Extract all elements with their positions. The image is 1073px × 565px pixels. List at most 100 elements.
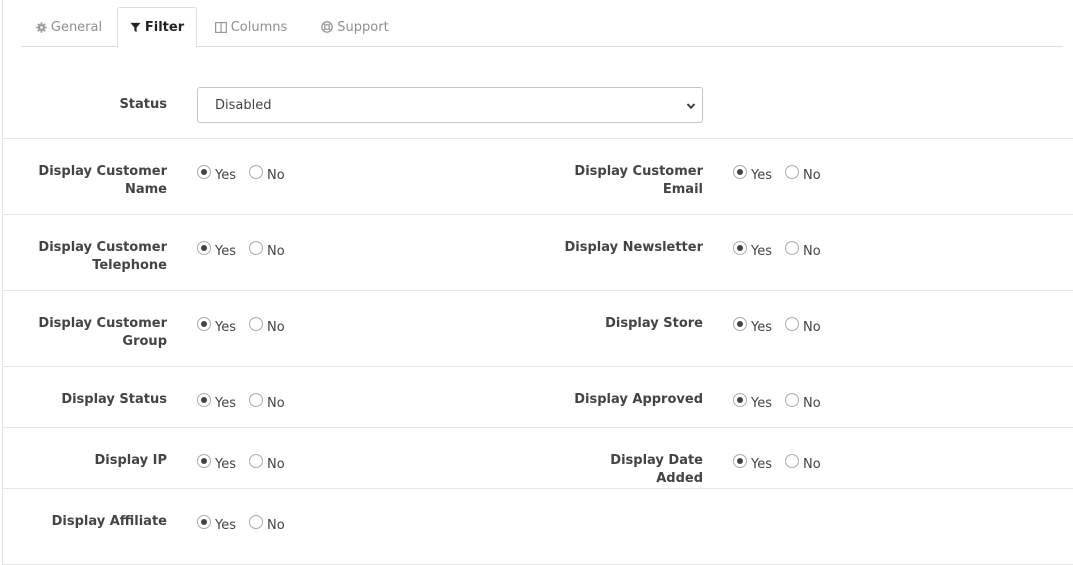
no-option[interactable]: No (249, 241, 285, 259)
yes-label: Yes (751, 456, 772, 472)
display-newsletter-label: Display Newsletter (564, 240, 704, 255)
form-row: Display Status Yes No Display Approved Y… (2, 367, 1073, 428)
form-row: Display Customer Group Yes No Display St… (2, 291, 1073, 367)
columns-icon (214, 21, 227, 33)
form-row: Display Affiliate Yes No (2, 489, 1073, 564)
no-option[interactable]: No (785, 454, 821, 472)
no-label: No (803, 395, 821, 411)
yes-option[interactable]: Yes (733, 241, 772, 259)
radio-button-checked[interactable] (197, 393, 211, 407)
no-option[interactable]: No (785, 317, 821, 335)
yes-label: Yes (751, 319, 772, 335)
yes-option[interactable]: Yes (733, 393, 772, 411)
yes-option[interactable]: Yes (733, 165, 772, 183)
yes-option[interactable]: Yes (197, 317, 236, 335)
no-option[interactable]: No (249, 393, 285, 411)
radio-button-checked[interactable] (733, 393, 747, 407)
label-line: Group (122, 334, 167, 349)
yes-label: Yes (751, 395, 772, 411)
yes-option[interactable]: Yes (197, 393, 236, 411)
radio-button[interactable] (249, 241, 263, 255)
yes-label: Yes (215, 517, 236, 533)
status-select[interactable]: Disabled (197, 87, 703, 123)
no-label: No (803, 167, 821, 183)
tab-general-label: General (50, 19, 103, 35)
display-status-label: Display Status (61, 392, 167, 407)
display-ip-label: Display IP (94, 453, 167, 468)
radio-button-checked[interactable] (733, 241, 747, 255)
no-option[interactable]: No (249, 515, 285, 533)
tab-columns[interactable]: Columns (207, 7, 295, 47)
label-line: Display Customer (38, 240, 167, 255)
yes-option[interactable]: Yes (197, 515, 236, 533)
display-customer-name-label: Display Customer Name (32, 163, 167, 199)
radio-button[interactable] (249, 393, 263, 407)
chevron-down-icon (686, 100, 696, 115)
no-label: No (267, 395, 285, 411)
radio-button-checked[interactable] (197, 317, 211, 331)
display-customer-name-radios: Yes No (197, 165, 285, 183)
label-line: Display Customer (38, 316, 167, 331)
label-line: Display Customer (38, 164, 167, 179)
no-option[interactable]: No (249, 165, 285, 183)
filter-icon (130, 22, 141, 33)
yes-label: Yes (215, 395, 236, 411)
radio-button[interactable] (249, 317, 263, 331)
display-customer-telephone-label: Display Customer Telephone (32, 239, 167, 275)
tab-general[interactable]: General (29, 7, 109, 47)
radio-button-checked[interactable] (197, 241, 211, 255)
no-option[interactable]: No (785, 165, 821, 183)
label-line: Telephone (92, 258, 167, 273)
yes-option[interactable]: Yes (733, 454, 772, 472)
radio-button[interactable] (785, 454, 799, 468)
yes-option[interactable]: Yes (197, 454, 236, 472)
display-customer-telephone-radios: Yes No (197, 241, 285, 259)
no-label: No (267, 517, 285, 533)
radio-button[interactable] (785, 393, 799, 407)
display-ip-radios: Yes No (197, 454, 285, 472)
tab-support[interactable]: Support (309, 7, 401, 47)
display-customer-group-label: Display Customer Group (32, 315, 167, 351)
radio-button-checked[interactable] (733, 165, 747, 179)
radio-button-checked[interactable] (197, 515, 211, 529)
radio-button-checked[interactable] (733, 454, 747, 468)
radio-button[interactable] (785, 165, 799, 179)
yes-label: Yes (215, 319, 236, 335)
no-label: No (267, 456, 285, 472)
label-line: Name (124, 182, 167, 197)
yes-option[interactable]: Yes (733, 317, 772, 335)
display-affiliate-label: Display Affiliate (51, 514, 167, 529)
display-date-added-label: Display Date Added (610, 453, 703, 486)
yes-option[interactable]: Yes (197, 165, 236, 183)
tab-bar: General Filter Columns Support (21, 7, 1063, 48)
radio-button[interactable] (249, 454, 263, 468)
no-option[interactable]: No (785, 393, 821, 411)
display-store-radios: Yes No (733, 317, 821, 335)
no-label: No (267, 243, 285, 259)
no-option[interactable]: No (249, 317, 285, 335)
radio-button-checked[interactable] (197, 454, 211, 468)
gear-icon (36, 21, 47, 33)
tab-support-label: Support (337, 19, 389, 35)
form-row: Display Customer Name Yes No Display Cus… (2, 139, 1073, 215)
form-row: Display Customer Telephone Yes No Displa… (2, 215, 1073, 291)
label-line: Display Customer (574, 164, 703, 179)
form-row: Display IP Yes No Display Date Added Yes… (2, 428, 1073, 489)
radio-button[interactable] (785, 241, 799, 255)
yes-option[interactable]: Yes (197, 241, 236, 259)
radio-button[interactable] (785, 317, 799, 331)
radio-button[interactable] (249, 515, 263, 529)
no-option[interactable]: No (785, 241, 821, 259)
tab-filter[interactable]: Filter (117, 7, 197, 48)
tab-columns-label: Columns (230, 19, 288, 35)
yes-label: Yes (751, 243, 772, 259)
radio-button-checked[interactable] (197, 165, 211, 179)
display-date-added-radios: Yes No (733, 454, 821, 472)
radio-button[interactable] (249, 165, 263, 179)
yes-label: Yes (215, 243, 236, 259)
radio-button-checked[interactable] (733, 317, 747, 331)
no-label: No (267, 167, 285, 183)
no-option[interactable]: No (249, 454, 285, 472)
display-customer-email-radios: Yes No (733, 165, 821, 183)
yes-label: Yes (751, 167, 772, 183)
